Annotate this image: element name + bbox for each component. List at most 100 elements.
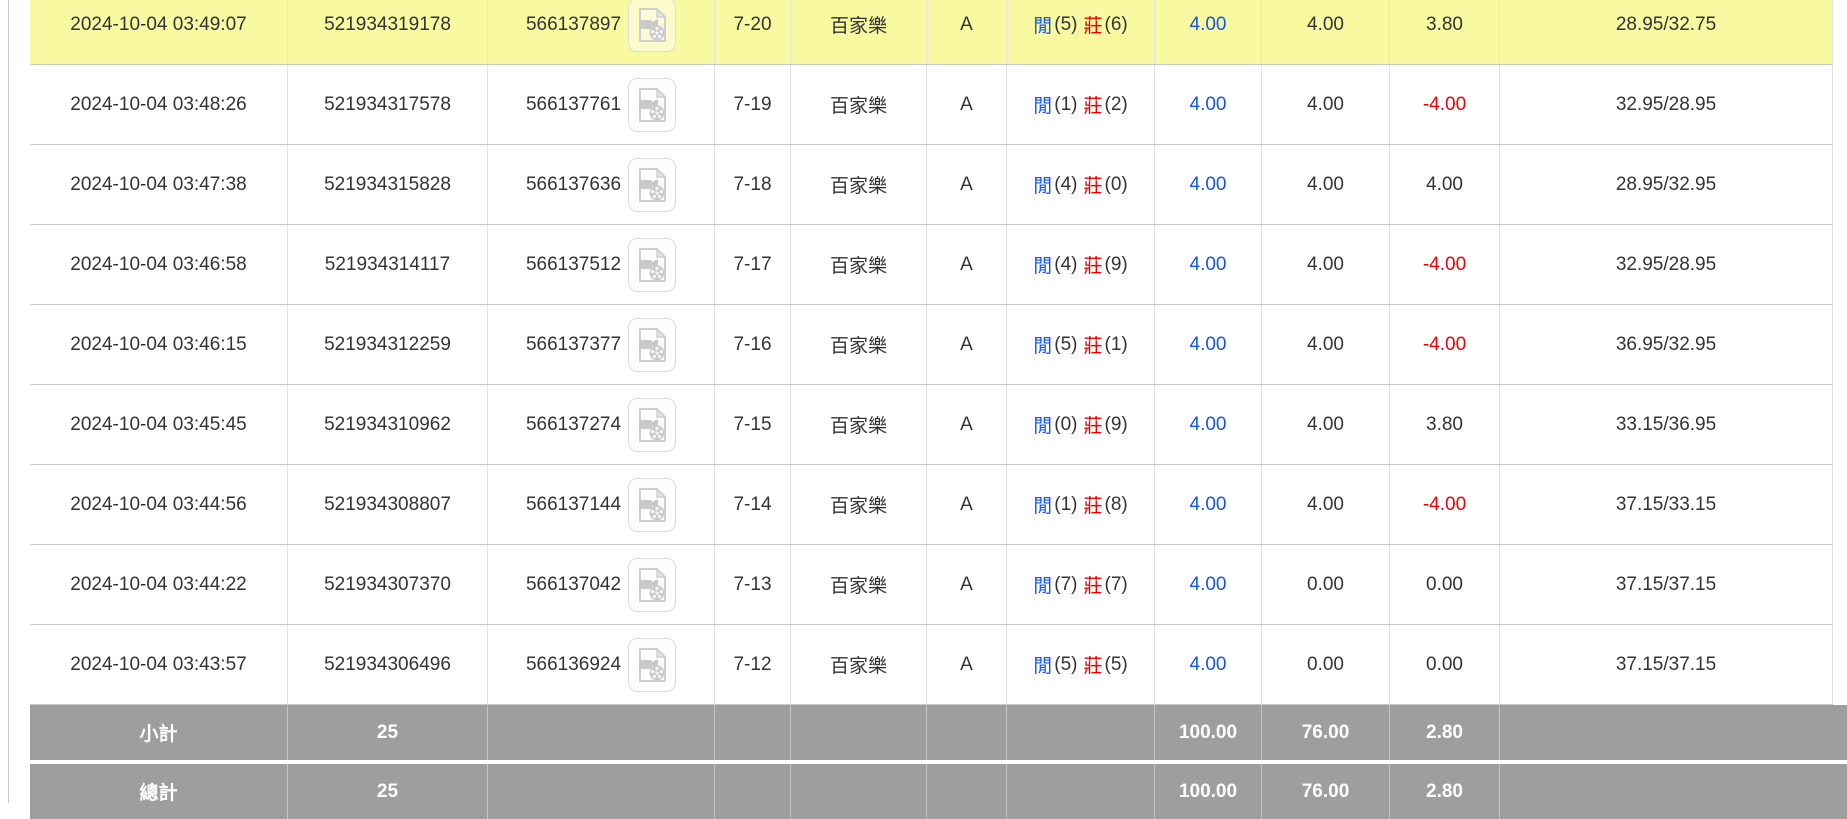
balance-before-after: 37.15/37.15	[1500, 625, 1833, 704]
balance-before-after: 28.95/32.95	[1500, 145, 1833, 224]
bet-amount-link[interactable]: 4.00	[1190, 334, 1227, 356]
shoe-round: 7-13	[715, 545, 791, 624]
table-code: A	[927, 65, 1007, 144]
summary-empty-cell	[1007, 705, 1155, 760]
bet-amount-cell: 4.00	[1155, 305, 1262, 384]
bet-time: 2024-10-04 03:43:57	[30, 625, 288, 704]
table-rows-container: 2024-10-04 03:49:07 521934319178 5661378…	[30, 0, 1847, 705]
game-cell: 566137636	[488, 145, 715, 224]
game-type: 百家樂	[791, 225, 927, 304]
table-code: A	[927, 385, 1007, 464]
game-result: 閒 (0) 莊 (9)	[1007, 385, 1155, 464]
shoe-round: 7-15	[715, 385, 791, 464]
win-loss-amount: 3.80	[1390, 0, 1500, 64]
win-loss-amount: 0.00	[1390, 625, 1500, 704]
game-result: 閒 (5) 莊 (1)	[1007, 305, 1155, 384]
banker-score: (0)	[1104, 173, 1128, 195]
balance-before-after: 36.95/32.95	[1500, 305, 1833, 384]
video-file-icon	[637, 486, 667, 523]
banker-label: 莊	[1083, 96, 1103, 117]
summary-label: 總計	[30, 764, 288, 819]
bet-time: 2024-10-04 03:46:58	[30, 225, 288, 304]
summary-valid-total: 76.00	[1262, 705, 1390, 760]
video-file-icon	[637, 406, 667, 443]
bet-amount-link[interactable]: 4.00	[1190, 414, 1227, 436]
summary-bet-total: 100.00	[1155, 705, 1262, 760]
banker-label: 莊	[1083, 416, 1103, 437]
summary-row: 小計 25 100.00 76.00 2.80	[30, 705, 1847, 760]
game-cell: 566137377	[488, 305, 715, 384]
summary-win-total: 2.80	[1390, 705, 1500, 760]
bet-id: 521934319178	[288, 0, 488, 64]
bet-amount-link[interactable]: 4.00	[1190, 654, 1227, 676]
banker-score: (1)	[1104, 333, 1128, 355]
game-result: 閒 (7) 莊 (7)	[1007, 545, 1155, 624]
player-score: (4)	[1054, 173, 1078, 195]
player-label: 閒	[1033, 336, 1053, 357]
bet-amount-cell: 4.00	[1155, 145, 1262, 224]
bet-id: 521934310962	[288, 385, 488, 464]
shoe-round: 7-12	[715, 625, 791, 704]
game-type: 百家樂	[791, 385, 927, 464]
game-type: 百家樂	[791, 305, 927, 384]
summary-empty-cell	[1500, 705, 1847, 760]
player-label: 閒	[1033, 576, 1053, 597]
game-type: 百家樂	[791, 65, 927, 144]
balance-before-after: 33.15/36.95	[1500, 385, 1833, 464]
player-label: 閒	[1033, 16, 1053, 37]
player-score: (7)	[1054, 573, 1078, 595]
player-score: (1)	[1054, 493, 1078, 515]
table-code: A	[927, 545, 1007, 624]
bet-amount-link[interactable]: 4.00	[1190, 574, 1227, 596]
player-label: 閒	[1033, 496, 1053, 517]
game-id: 566136924	[525, 653, 622, 675]
video-replay-button[interactable]	[628, 237, 677, 292]
shoe-round: 7-20	[715, 0, 791, 64]
bet-amount-link[interactable]: 4.00	[1190, 94, 1227, 116]
video-replay-button[interactable]	[628, 397, 677, 452]
player-score: (4)	[1054, 253, 1078, 275]
bet-id: 521934317578	[288, 65, 488, 144]
bet-amount-link[interactable]: 4.00	[1190, 254, 1227, 276]
summary-count: 25	[288, 764, 488, 819]
bet-amount-link[interactable]: 4.00	[1190, 14, 1227, 36]
panel-left-border	[8, 0, 9, 803]
valid-bet-amount: 4.00	[1262, 145, 1390, 224]
bet-amount-link[interactable]: 4.00	[1190, 494, 1227, 516]
bet-amount-link[interactable]: 4.00	[1190, 174, 1227, 196]
banker-score: (6)	[1104, 13, 1128, 35]
video-replay-button[interactable]	[628, 317, 677, 372]
banker-label: 莊	[1083, 496, 1103, 517]
bet-time: 2024-10-04 03:47:38	[30, 145, 288, 224]
banker-score: (9)	[1104, 253, 1128, 275]
banker-label: 莊	[1083, 656, 1103, 677]
game-cell: 566137897	[488, 0, 715, 64]
shoe-round: 7-17	[715, 225, 791, 304]
video-file-icon	[637, 246, 667, 283]
video-replay-button[interactable]	[628, 0, 677, 52]
banker-label: 莊	[1083, 256, 1103, 277]
video-replay-button[interactable]	[628, 157, 677, 212]
banker-score: (9)	[1104, 413, 1128, 435]
bet-id: 521934308807	[288, 465, 488, 544]
win-loss-amount: -4.00	[1390, 465, 1500, 544]
valid-bet-amount: 4.00	[1262, 465, 1390, 544]
balance-before-after: 32.95/28.95	[1500, 225, 1833, 304]
video-file-icon	[637, 646, 667, 683]
bet-id: 521934312259	[288, 305, 488, 384]
video-replay-button[interactable]	[628, 637, 677, 692]
video-replay-button[interactable]	[628, 557, 677, 612]
valid-bet-amount: 0.00	[1262, 545, 1390, 624]
summary-empty-cell	[1007, 764, 1155, 819]
game-id: 566137144	[525, 493, 622, 515]
summary-empty-cell	[1500, 764, 1847, 819]
game-cell: 566136924	[488, 625, 715, 704]
shoe-round: 7-19	[715, 65, 791, 144]
video-replay-button[interactable]	[628, 77, 677, 132]
summary-empty-cell	[791, 764, 927, 819]
video-file-icon	[637, 166, 667, 203]
player-label: 閒	[1033, 256, 1053, 277]
video-replay-button[interactable]	[628, 477, 677, 532]
player-label: 閒	[1033, 416, 1053, 437]
video-file-icon	[637, 86, 667, 123]
